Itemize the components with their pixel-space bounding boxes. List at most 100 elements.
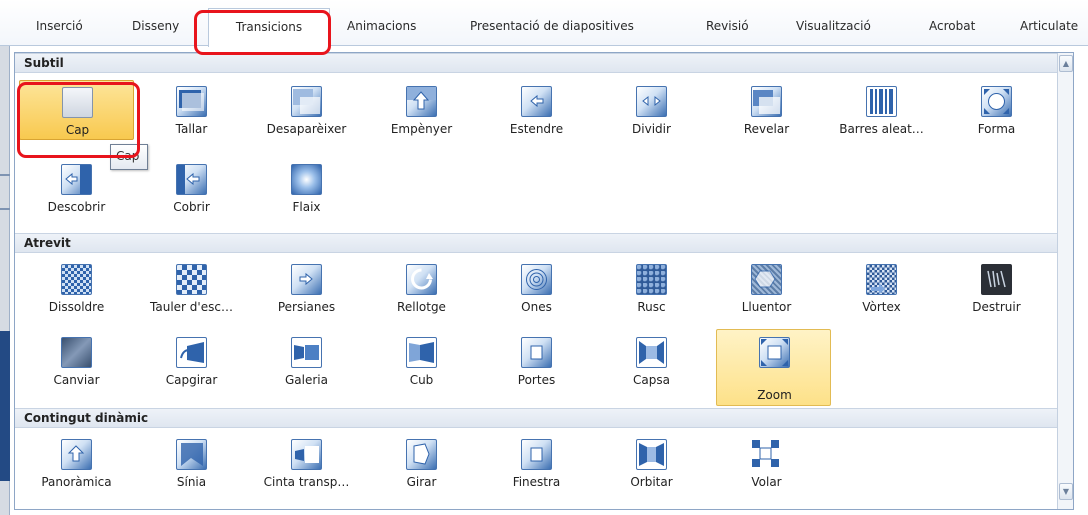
- transition-label: Estendre: [509, 122, 564, 136]
- transition-rusc[interactable]: Rusc: [594, 258, 709, 318]
- section-header-atrevit: Atrevit: [15, 233, 1058, 253]
- scroll-down-icon[interactable]: ▼: [1059, 483, 1073, 500]
- zoom-transition-icon: [759, 337, 790, 368]
- dissolve-transition-icon: [61, 264, 92, 295]
- transition-tauler-escacs[interactable]: Tauler d'esc…: [134, 258, 249, 318]
- tab-disseny[interactable]: Disseny: [132, 19, 179, 33]
- transition-galeria[interactable]: Galeria: [249, 331, 364, 391]
- transition-cobrir[interactable]: Cobrir: [134, 158, 249, 218]
- transition-label: Dividir: [632, 122, 671, 136]
- transition-dissoldre[interactable]: Dissoldre: [19, 258, 134, 318]
- transition-label: Vòrtex: [862, 300, 901, 314]
- transition-estendre[interactable]: Estendre: [479, 80, 594, 140]
- transition-label: Flaix: [292, 200, 321, 214]
- tab-transicions[interactable]: Transicions: [208, 8, 330, 47]
- rotate-transition-icon: [406, 439, 437, 470]
- transition-empenyer[interactable]: Empènyer: [364, 80, 479, 140]
- cube-transition-icon: [406, 337, 437, 368]
- transition-capgirar[interactable]: Capgirar: [134, 331, 249, 391]
- tooltip: Cap: [110, 144, 148, 170]
- none-transition-icon: [62, 87, 93, 118]
- gallery-scrollbar[interactable]: ▲ ▼: [1057, 53, 1073, 509]
- ferris-wheel-transition-icon: [176, 439, 207, 470]
- transition-lluentor[interactable]: Lluentor: [709, 258, 824, 318]
- transition-rellotge[interactable]: Rellotge: [364, 258, 479, 318]
- transition-panoramica[interactable]: Panoràmica: [19, 433, 134, 493]
- transition-cap[interactable]: Cap: [19, 80, 134, 140]
- transition-sinia[interactable]: Sínia: [134, 433, 249, 493]
- section-header-contingut-dinamic: Contingut dinàmic: [15, 408, 1058, 428]
- transition-zoom[interactable]: Zoom: [716, 329, 831, 406]
- transition-label: Ones: [521, 300, 552, 314]
- strip-tick: [0, 208, 10, 210]
- transition-volar[interactable]: Volar: [709, 433, 824, 493]
- transition-cub[interactable]: Cub: [364, 331, 479, 391]
- transition-label: Portes: [517, 373, 556, 387]
- transition-revelar[interactable]: Revelar: [709, 80, 824, 140]
- transition-label: Capsa: [633, 373, 670, 387]
- transition-label: Forma: [977, 122, 1016, 136]
- transition-ones[interactable]: Ones: [479, 258, 594, 318]
- cover-transition-icon: [176, 164, 207, 195]
- transition-desapareixer[interactable]: Desaparèixer: [249, 80, 364, 140]
- transition-canviar[interactable]: Canviar: [19, 331, 134, 391]
- switch-transition-icon: [61, 337, 92, 368]
- transition-label: Rellotge: [397, 300, 446, 314]
- doors-transition-icon: [521, 337, 552, 368]
- transition-dividir[interactable]: Dividir: [594, 80, 709, 140]
- transition-label: Dissoldre: [48, 300, 105, 314]
- tab-visualitzacio[interactable]: Visualització: [796, 19, 871, 33]
- fade-transition-icon: [291, 86, 322, 117]
- transition-capsa[interactable]: Capsa: [594, 331, 709, 391]
- transition-label: Cap: [65, 123, 90, 137]
- transition-girar[interactable]: Girar: [364, 433, 479, 493]
- transition-label: Lluentor: [741, 300, 792, 314]
- transition-label: Galeria: [285, 373, 328, 387]
- transition-barres-aleatories[interactable]: Barres aleat…: [824, 80, 939, 140]
- uncover-transition-icon: [61, 164, 92, 195]
- random-bars-transition-icon: [866, 86, 897, 117]
- tab-articulate[interactable]: Articulate: [1020, 19, 1078, 33]
- tab-acrobat[interactable]: Acrobat: [929, 19, 975, 33]
- window-transition-icon: [521, 439, 552, 470]
- ripple-transition-icon: [521, 264, 552, 295]
- flash-transition-icon: [291, 164, 322, 195]
- transition-flaix[interactable]: Flaix: [249, 158, 364, 218]
- slide-panel-strip: [0, 46, 10, 515]
- section-header-subtil: Subtil: [15, 53, 1058, 73]
- transition-persianes[interactable]: Persianes: [249, 258, 364, 318]
- scroll-up-icon[interactable]: ▲: [1059, 55, 1073, 72]
- split-transition-icon: [636, 86, 667, 117]
- transition-label: Canviar: [53, 373, 100, 387]
- pan-transition-icon: [61, 439, 92, 470]
- gallery-transition-icon: [291, 337, 322, 368]
- shape-transition-icon: [981, 86, 1012, 117]
- tab-animacions[interactable]: Animacions: [347, 19, 416, 33]
- transition-destruir[interactable]: Destruir: [939, 258, 1054, 318]
- tab-insercio[interactable]: Inserció: [36, 19, 83, 33]
- transition-portes[interactable]: Portes: [479, 331, 594, 391]
- ribbon-tab-bar: Inserció Disseny Transicions Animacions …: [0, 0, 1088, 47]
- push-transition-icon: [406, 86, 437, 117]
- conveyor-transition-icon: [291, 439, 322, 470]
- fly-through-transition-icon: [751, 439, 782, 470]
- transition-finestra[interactable]: Finestra: [479, 433, 594, 493]
- transition-label: Orbitar: [630, 475, 673, 489]
- reveal-transition-icon: [751, 86, 782, 117]
- transition-orbitar[interactable]: Orbitar: [594, 433, 709, 493]
- box-transition-icon: [636, 337, 667, 368]
- transition-label: Cinta transp…: [263, 475, 350, 489]
- tab-presentacio[interactable]: Presentació de diapositives: [470, 19, 634, 33]
- transition-label: Cub: [409, 373, 434, 387]
- transition-vortex[interactable]: Vòrtex: [824, 258, 939, 318]
- transition-tallar[interactable]: Tallar: [134, 80, 249, 140]
- transition-forma[interactable]: Forma: [939, 80, 1054, 140]
- blinds-transition-icon: [291, 264, 322, 295]
- tab-revisio[interactable]: Revisió: [706, 19, 749, 33]
- transition-label: Capgirar: [165, 373, 218, 387]
- checkerboard-transition-icon: [176, 264, 207, 295]
- transition-label: Descobrir: [47, 200, 106, 214]
- transition-label: Volar: [751, 475, 782, 489]
- transition-cinta-transportadora[interactable]: Cinta transp…: [249, 433, 364, 493]
- transition-label: Destruir: [972, 300, 1021, 314]
